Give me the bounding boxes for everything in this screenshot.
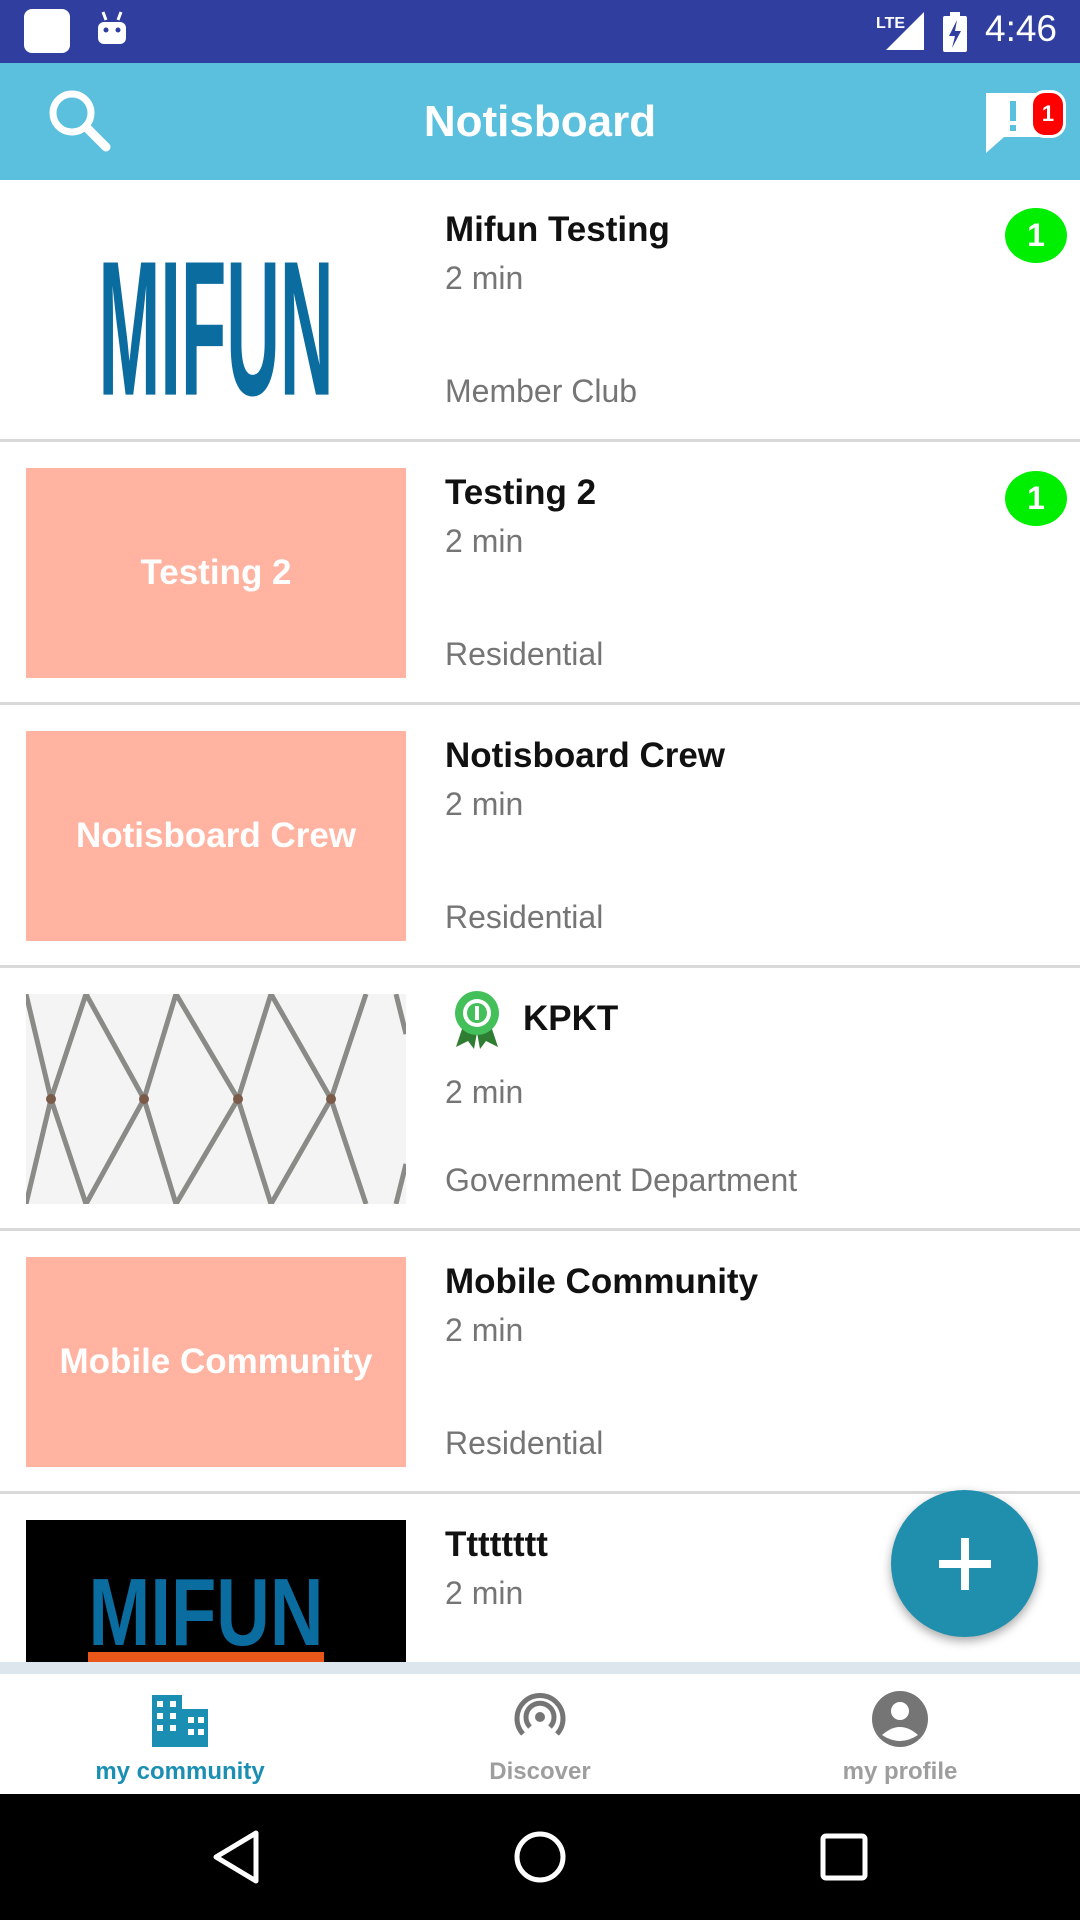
- nav-label: my community: [95, 1758, 265, 1785]
- nav-label: my profile: [842, 1758, 958, 1785]
- svg-text:LTE: LTE: [876, 15, 905, 32]
- community-time: 2 min: [445, 1575, 524, 1611]
- unread-badge: 1: [1005, 471, 1067, 526]
- community-category: Residential: [445, 1425, 604, 1461]
- back-icon[interactable]: [208, 1827, 268, 1887]
- android-icon: [98, 11, 126, 44]
- community-time: 2 min: [445, 786, 524, 822]
- community-title: Testing 2: [445, 473, 597, 512]
- community-thumbnail: MIFUN: [26, 205, 406, 415]
- recents-icon[interactable]: [814, 1827, 874, 1887]
- lte-signal-icon: LTE: [876, 12, 924, 50]
- community-time: 2 min: [445, 260, 524, 296]
- list-item[interactable]: Mobile Community Mobile Community 2 min …: [0, 1232, 1080, 1494]
- mifun-logo: MIFUN: [98, 222, 333, 415]
- battery-charging-icon: [943, 12, 967, 52]
- bottom-navigation: my community Discover my profile: [0, 1662, 1080, 1794]
- community-time: 2 min: [445, 523, 524, 559]
- community-time: 2 min: [445, 1074, 524, 1110]
- home-icon[interactable]: [510, 1827, 570, 1887]
- nav-my-profile[interactable]: my profile: [720, 1674, 1080, 1794]
- community-category: Government Department: [445, 1162, 798, 1198]
- app-notification-icon: [24, 9, 70, 53]
- community-title: Notisboard Crew: [445, 736, 726, 775]
- status-bar: LTE 4:46: [0, 0, 1080, 63]
- list-item[interactable]: Notisboard Crew Notisboard Crew 2 min Re…: [0, 706, 1080, 968]
- nav-my-community[interactable]: my community: [0, 1674, 360, 1794]
- unread-badge: 1: [1005, 208, 1067, 263]
- community-time: 2 min: [445, 1312, 524, 1348]
- community-title: Tttttttt: [445, 1525, 548, 1564]
- community-title: Mifun Testing: [445, 210, 670, 249]
- add-community-button[interactable]: [891, 1490, 1038, 1637]
- community-list: MIFUN Mifun Testing 2 min Member Club 1 …: [0, 180, 1080, 1662]
- list-item[interactable]: KPKT 2 min Government Department: [0, 969, 1080, 1231]
- community-thumbnail: Mobile Community: [26, 1257, 406, 1467]
- community-category: Residential: [445, 636, 604, 672]
- nav-discover[interactable]: Discover: [360, 1674, 720, 1794]
- community-category: Residential: [445, 899, 604, 935]
- account-circle-icon: [872, 1691, 928, 1747]
- building-icon: [152, 1695, 208, 1747]
- fence-photo: [26, 994, 406, 1204]
- community-title: Mobile Community: [445, 1262, 759, 1301]
- page-title: Notisboard: [423, 97, 657, 146]
- list-item[interactable]: MIFUN Mifun Testing 2 min Member Club 1: [0, 180, 1080, 442]
- community-thumbnail: MIFUN: [26, 1520, 406, 1662]
- community-thumbnail: [26, 994, 406, 1204]
- svg-text:MIFUN: MIFUN: [89, 1559, 324, 1662]
- clock: 4:46: [985, 8, 1058, 49]
- notification-count-badge: 1: [1030, 90, 1066, 138]
- nav-label: Discover: [489, 1758, 591, 1785]
- list-item[interactable]: Testing 2 Testing 2 2 min Residential 1: [0, 443, 1080, 705]
- app-bar: Notisboard: [0, 63, 1080, 180]
- community-category: Member Club: [445, 373, 638, 409]
- community-title: KPKT: [523, 999, 619, 1038]
- community-thumbnail: Notisboard Crew: [26, 731, 406, 941]
- broadcast-icon: [514, 1693, 566, 1736]
- svg-text:MIFUN: MIFUN: [98, 222, 333, 415]
- community-thumbnail: Testing 2: [26, 468, 406, 678]
- plus-icon: [938, 1537, 991, 1590]
- system-navigation-bar: [0, 1794, 1080, 1920]
- mifun-network-logo: MIFUN: [88, 1559, 324, 1662]
- award-ribbon-icon: [455, 991, 499, 1049]
